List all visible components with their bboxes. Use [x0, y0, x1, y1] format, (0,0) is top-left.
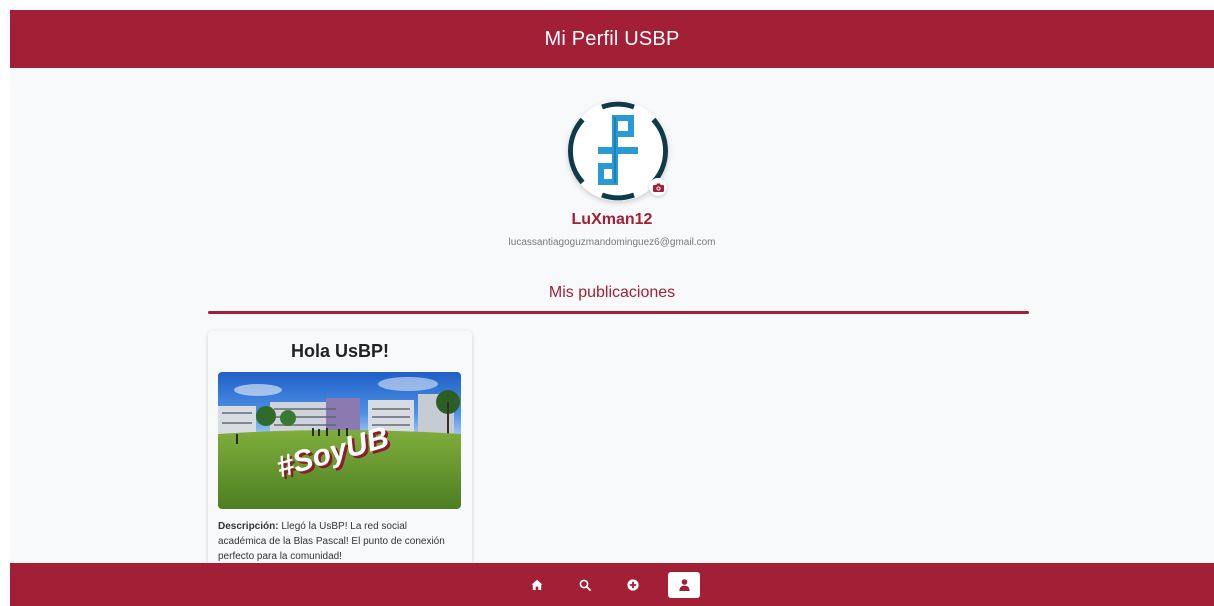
user-icon [678, 578, 690, 591]
change-photo-button[interactable] [649, 178, 667, 196]
profile-email: lucassantiagoguzmandominguez6@gmail.com [508, 237, 716, 248]
post-image: #SoyUB #SoyUB [218, 372, 461, 509]
post-description: Descripción: Llegó la UsBP! La red socia… [218, 519, 458, 564]
add-circle-icon [627, 578, 639, 591]
profile-page: Mi Perfil USBP LuXman12 lucassantiagoguz… [10, 10, 1214, 606]
section-divider [208, 311, 1029, 314]
nav-add-button[interactable] [620, 572, 646, 598]
home-icon [531, 579, 543, 590]
post-title: Hola UsBP! [290, 341, 389, 361]
post-card[interactable]: Hola UsBP! #SoyUB #SoyUB Descripción: Ll… [208, 331, 472, 591]
search-icon [579, 579, 591, 591]
avatar-container [568, 101, 668, 201]
nav-search-button[interactable] [572, 572, 598, 598]
profile-username: LuXman12 [571, 211, 653, 228]
bottom-nav [10, 563, 1214, 606]
nav-home-button[interactable] [524, 572, 550, 598]
page-title: Mi Perfil USBP [544, 27, 680, 50]
post-description-label: Descripción: [218, 521, 279, 532]
top-bar: Mi Perfil USBP [10, 10, 1214, 68]
camera-icon [652, 183, 664, 192]
nav-profile-button[interactable] [668, 571, 700, 598]
publications-section-title: Mis publicaciones [548, 284, 676, 301]
